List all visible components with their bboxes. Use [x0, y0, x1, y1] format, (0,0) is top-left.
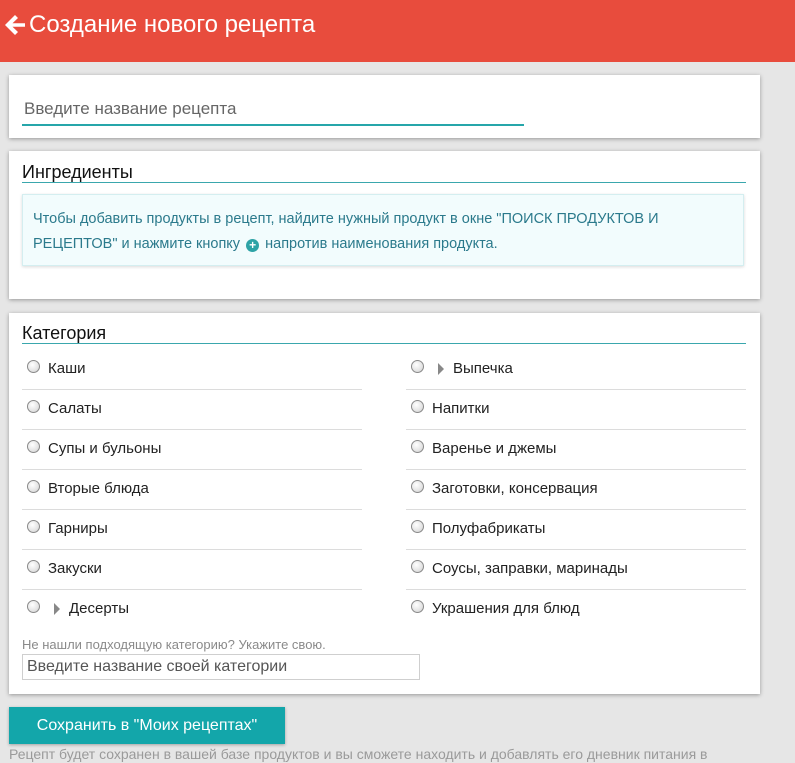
category-label: Десерты: [69, 600, 130, 617]
category-radio[interactable]: [411, 560, 424, 573]
category-title: Категория: [22, 323, 746, 344]
category-label: Вторые блюда: [48, 480, 149, 497]
category-option[interactable]: Десерты: [22, 590, 362, 629]
category-label: Соусы, заправки, маринады: [432, 560, 628, 577]
category-option[interactable]: Полуфабрикаты: [406, 510, 746, 550]
plus-circle-icon: +: [246, 239, 260, 252]
category-label: Салаты: [48, 400, 102, 417]
category-radio[interactable]: [411, 480, 424, 493]
info-text-part2: напротив наименования продукта.: [261, 236, 498, 252]
category-radio[interactable]: [411, 400, 424, 413]
ingredients-info-box: Чтобы добавить продукты в рецепт, найдит…: [22, 194, 744, 266]
ingredients-card: Ингредиенты Чтобы добавить продукты в ре…: [9, 151, 760, 299]
category-label: Супы и бульоны: [48, 440, 162, 457]
category-list-left: Каши Салаты Супы и бульоны Вторые блюда Гарн…: [22, 350, 362, 629]
category-option[interactable]: Вторые блюда: [22, 470, 362, 510]
category-list-right: Выпечка Напитки Варенье и джемы Заготовки, …: [406, 350, 746, 629]
category-option[interactable]: Выпечка: [406, 350, 746, 390]
category-option[interactable]: Супы и бульоны: [22, 430, 362, 470]
category-radio[interactable]: [411, 360, 424, 373]
category-label: Заготовки, консервация: [432, 480, 598, 497]
category-option[interactable]: Заготовки, консервация: [406, 470, 746, 510]
category-label: Каши: [48, 360, 86, 377]
category-card: Категория Каши Салаты Супы и бульоны Вторые…: [9, 313, 760, 694]
category-label: Напитки: [432, 400, 490, 417]
category-radio[interactable]: [27, 600, 40, 613]
recipe-name-input[interactable]: [22, 94, 524, 126]
category-option[interactable]: Салаты: [22, 390, 362, 430]
category-label: Украшения для блюд: [432, 600, 580, 617]
category-radio[interactable]: [27, 440, 40, 453]
save-to-my-recipes-button[interactable]: Сохранить в "Моих рецептах": [9, 707, 285, 744]
category-radio[interactable]: [27, 480, 40, 493]
category-option[interactable]: Гарниры: [22, 510, 362, 550]
category-option[interactable]: Соусы, заправки, маринады: [406, 550, 746, 590]
category-radio[interactable]: [27, 520, 40, 533]
category-label: Гарниры: [48, 520, 108, 537]
category-label: Варенье и джемы: [432, 440, 557, 457]
category-option[interactable]: Напитки: [406, 390, 746, 430]
back-arrow-icon[interactable]: [4, 13, 26, 37]
category-radio[interactable]: [411, 520, 424, 533]
ingredients-title: Ингредиенты: [22, 162, 746, 183]
save-footnote: Рецепт будет сохранен в вашей базе проду…: [9, 746, 708, 762]
category-radio[interactable]: [27, 400, 40, 413]
category-option[interactable]: Каши: [22, 350, 362, 390]
category-option[interactable]: Варенье и джемы: [406, 430, 746, 470]
custom-category-input[interactable]: [22, 654, 420, 680]
recipe-name-card: [9, 75, 760, 138]
caret-right-icon[interactable]: [438, 363, 444, 375]
category-radio[interactable]: [27, 560, 40, 573]
category-label: Полуфабрикаты: [432, 520, 546, 537]
top-bar: Создание нового рецепта: [0, 0, 795, 62]
category-radio[interactable]: [411, 440, 424, 453]
custom-category-hint: Не нашли подходящую категорию? Укажите с…: [22, 637, 326, 652]
page-title: Создание нового рецепта: [29, 11, 316, 38]
caret-right-icon[interactable]: [54, 603, 60, 615]
category-label: Выпечка: [453, 360, 513, 377]
category-radio[interactable]: [27, 360, 40, 373]
category-label: Закуски: [48, 560, 102, 577]
category-radio[interactable]: [411, 600, 424, 613]
category-option[interactable]: Закуски: [22, 550, 362, 590]
category-option[interactable]: Украшения для блюд: [406, 590, 746, 629]
